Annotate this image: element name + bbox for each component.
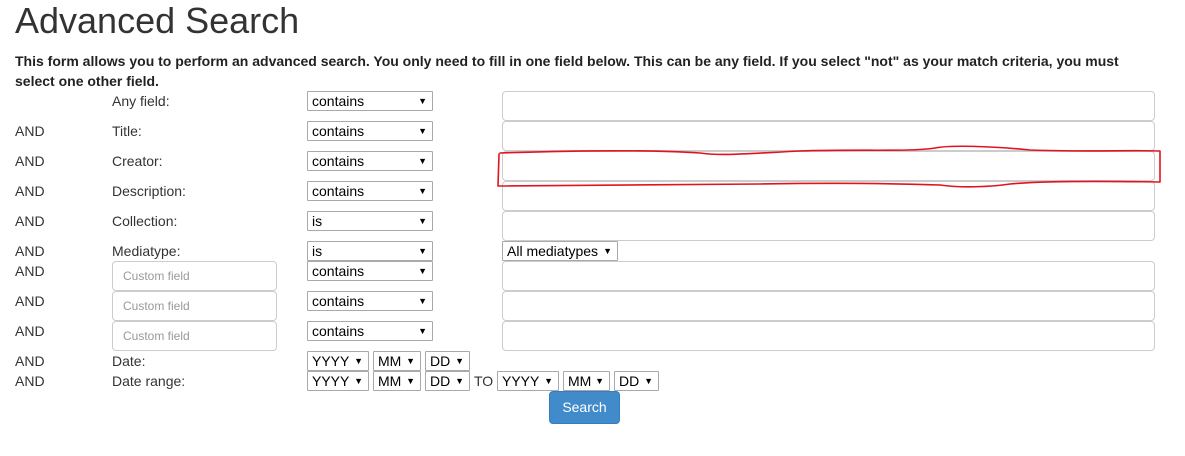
dropdown-arrow-icon: ▼ xyxy=(406,356,415,366)
collection-label: Collection: xyxy=(112,213,178,229)
dropdown-arrow-icon: ▼ xyxy=(455,376,464,386)
select-value: DD xyxy=(430,373,451,389)
conjunction-and: AND xyxy=(15,123,45,139)
description-match-select[interactable]: contains ▼ xyxy=(307,181,433,201)
dropdown-arrow-icon: ▼ xyxy=(418,156,427,166)
select-value: contains xyxy=(312,183,365,199)
select-value: DD xyxy=(619,373,640,389)
select-value: DD xyxy=(430,353,451,369)
dropdown-arrow-icon: ▼ xyxy=(644,376,653,386)
select-value: is xyxy=(312,243,323,259)
conjunction-and: AND xyxy=(15,213,45,229)
title-match-select[interactable]: contains ▼ xyxy=(307,121,433,141)
dropdown-arrow-icon: ▼ xyxy=(418,296,427,306)
custom-field-value-input[interactable] xyxy=(502,261,1155,291)
select-value: All mediatypes xyxy=(507,243,599,259)
creator-match-select[interactable]: contains ▼ xyxy=(307,151,433,171)
dropdown-arrow-icon: ▼ xyxy=(418,186,427,196)
conjunction-and: AND xyxy=(15,373,45,389)
conjunction-and: AND xyxy=(15,263,45,279)
date-month-select[interactable]: MM ▼ xyxy=(373,351,421,371)
custom-field-match-select[interactable]: contains ▼ xyxy=(307,291,433,311)
select-value: YYYY xyxy=(502,373,540,389)
dropdown-arrow-icon: ▼ xyxy=(418,326,427,336)
select-value: contains xyxy=(312,263,365,279)
custom-field-match-select[interactable]: contains ▼ xyxy=(307,321,433,341)
custom-field-value-input[interactable] xyxy=(502,291,1155,321)
description-input[interactable] xyxy=(502,181,1155,211)
search-button[interactable]: Search xyxy=(549,391,620,424)
collection-match-select[interactable]: is ▼ xyxy=(307,211,433,231)
dropdown-arrow-icon: ▼ xyxy=(418,126,427,136)
dropdown-arrow-icon: ▼ xyxy=(418,96,427,106)
dropdown-arrow-icon: ▼ xyxy=(418,216,427,226)
dropdown-arrow-icon: ▼ xyxy=(455,356,464,366)
dropdown-arrow-icon: ▼ xyxy=(418,266,427,276)
dropdown-arrow-icon: ▼ xyxy=(406,376,415,386)
date-range-from-year-select[interactable]: YYYY ▼ xyxy=(307,371,369,391)
date-range-from-month-select[interactable]: MM ▼ xyxy=(373,371,421,391)
custom-field-name-input[interactable]: Custom field xyxy=(112,291,277,321)
select-value: contains xyxy=(312,153,365,169)
custom-field-match-select[interactable]: contains ▼ xyxy=(307,261,433,281)
title-input[interactable] xyxy=(502,121,1155,151)
dropdown-arrow-icon: ▼ xyxy=(418,246,427,256)
date-range-to-year-select[interactable]: YYYY ▼ xyxy=(497,371,559,391)
conjunction-and: AND xyxy=(15,183,45,199)
title-label: Title: xyxy=(112,123,142,139)
collection-input[interactable] xyxy=(502,211,1155,241)
select-value: is xyxy=(312,213,323,229)
custom-field-name-input[interactable]: Custom field xyxy=(112,261,277,291)
select-value: YYYY xyxy=(312,353,350,369)
any-field-match-select[interactable]: contains ▼ xyxy=(307,91,433,111)
date-range-to-label: TO xyxy=(474,373,494,389)
select-value: MM xyxy=(568,373,592,389)
custom-field-name-input[interactable]: Custom field xyxy=(112,321,277,351)
date-range-label: Date range: xyxy=(112,373,186,389)
creator-label: Creator: xyxy=(112,153,163,169)
conjunction-and: AND xyxy=(15,293,45,309)
date-label: Date: xyxy=(112,353,146,369)
mediatype-select[interactable]: All mediatypes ▼ xyxy=(502,241,618,261)
custom-field-value-input[interactable] xyxy=(502,321,1155,351)
dropdown-arrow-icon: ▼ xyxy=(595,376,604,386)
dropdown-arrow-icon: ▼ xyxy=(354,376,363,386)
select-value: contains xyxy=(312,123,365,139)
select-value: contains xyxy=(312,93,365,109)
date-year-select[interactable]: YYYY ▼ xyxy=(307,351,369,371)
select-value: contains xyxy=(312,323,365,339)
select-value: MM xyxy=(378,353,402,369)
conjunction-and: AND xyxy=(15,353,45,369)
select-value: contains xyxy=(312,293,365,309)
mediatype-match-select[interactable]: is ▼ xyxy=(307,241,433,261)
mediatype-label: Mediatype: xyxy=(112,243,181,259)
select-value: MM xyxy=(378,373,402,389)
intro-text: This form allows you to perform an advan… xyxy=(15,53,1119,89)
any-field-label: Any field: xyxy=(112,93,170,109)
date-range-from-day-select[interactable]: DD ▼ xyxy=(425,371,470,391)
select-value: YYYY xyxy=(312,373,350,389)
conjunction-and: AND xyxy=(15,323,45,339)
dropdown-arrow-icon: ▼ xyxy=(544,376,553,386)
description-label: Description: xyxy=(112,183,186,199)
dropdown-arrow-icon: ▼ xyxy=(354,356,363,366)
any-field-input[interactable] xyxy=(502,91,1155,121)
page-title: Advanced Search xyxy=(15,0,300,41)
dropdown-arrow-icon: ▼ xyxy=(603,246,612,256)
date-range-to-month-select[interactable]: MM ▼ xyxy=(563,371,610,391)
conjunction-and: AND xyxy=(15,243,45,259)
date-range-to-day-select[interactable]: DD ▼ xyxy=(614,371,659,391)
creator-input[interactable] xyxy=(502,151,1155,181)
conjunction-and: AND xyxy=(15,153,45,169)
date-day-select[interactable]: DD ▼ xyxy=(425,351,470,371)
